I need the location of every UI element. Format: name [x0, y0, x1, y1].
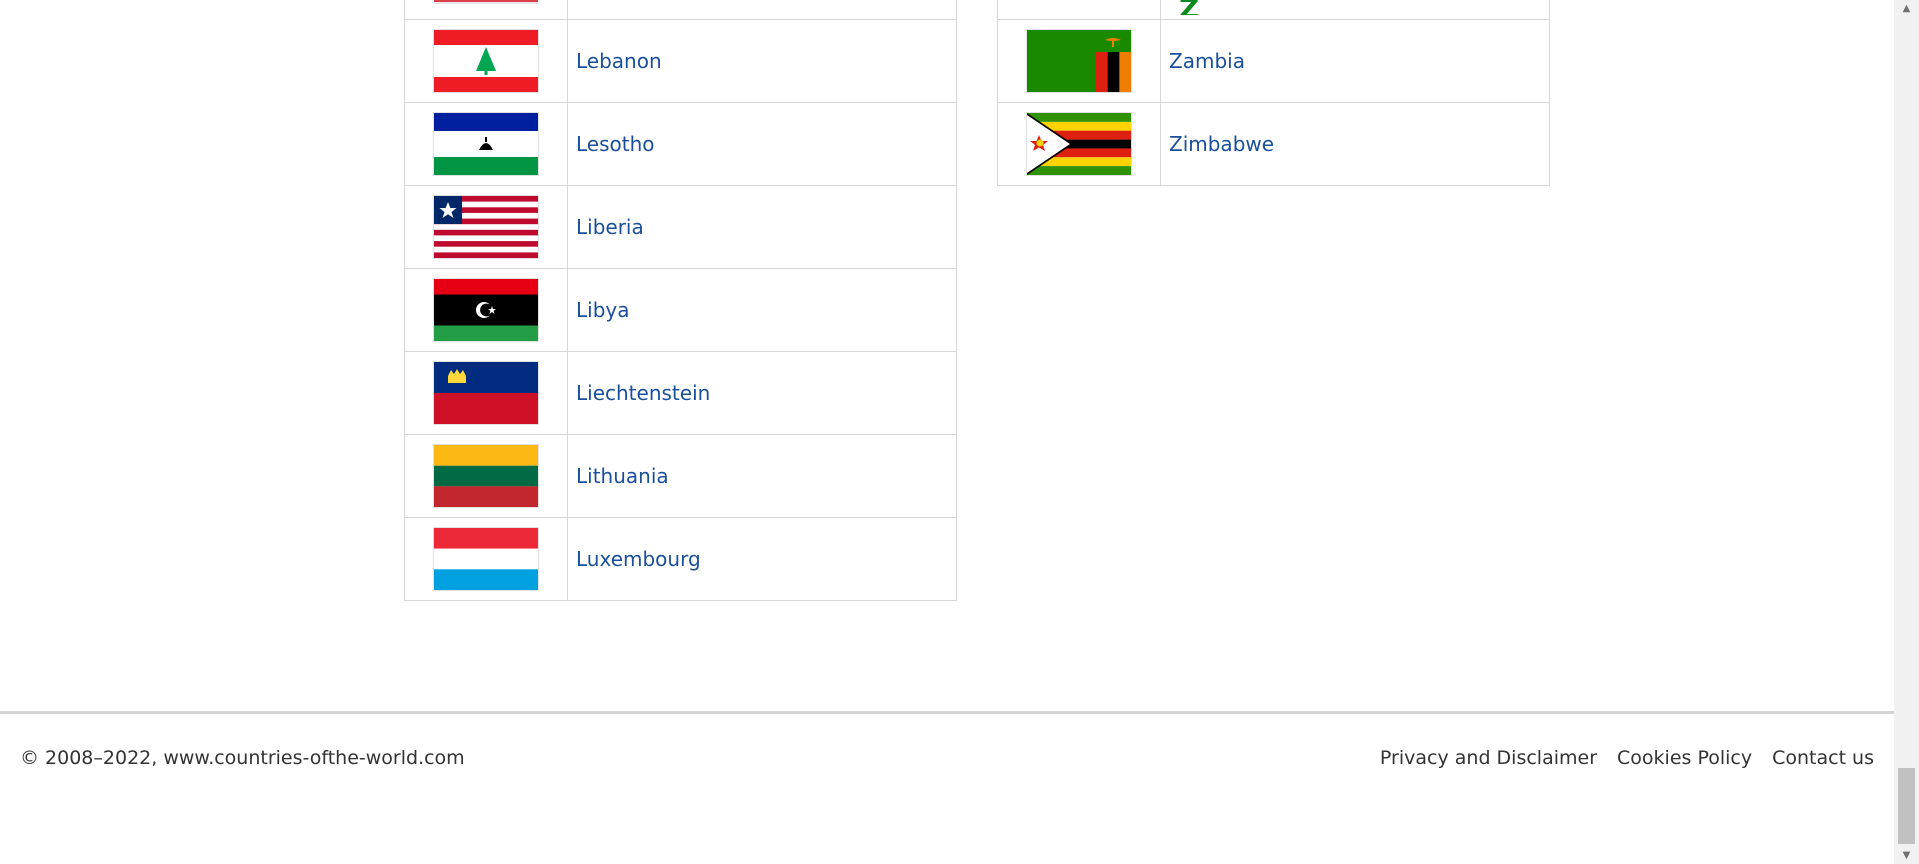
table-row: Zimbabwe — [997, 102, 1550, 186]
table-row: Lesotho — [404, 102, 957, 186]
flag-cell[interactable] — [404, 268, 568, 352]
country-link-lebanon[interactable]: Lebanon — [576, 49, 662, 73]
page: Lebanon Lesotho Liberia Libya Liechtenst… — [0, 0, 1894, 864]
name-cell: Lithuania — [567, 434, 957, 518]
scrollbar-thumb[interactable] — [1898, 768, 1915, 844]
vertical-scrollbar[interactable]: ▲ ▼ — [1894, 0, 1919, 864]
flag-cell[interactable] — [997, 102, 1161, 186]
section-letter: Z — [1179, 0, 1199, 15]
luxembourg-flag[interactable] — [433, 527, 539, 591]
lesotho-flag[interactable] — [433, 112, 539, 176]
table-row: Liechtenstein — [404, 351, 957, 435]
footer-links: Privacy and Disclaimer Cookies Policy Co… — [1380, 747, 1874, 769]
flag-cell[interactable] — [404, 434, 568, 518]
country-link-lesotho[interactable]: Lesotho — [576, 132, 655, 156]
footer-divider — [0, 711, 1894, 714]
country-link-lithuania[interactable]: Lithuania — [576, 464, 669, 488]
table-row — [404, 0, 957, 20]
cookies-policy-link[interactable]: Cookies Policy — [1617, 747, 1752, 769]
liechtenstein-flag[interactable] — [433, 361, 539, 425]
table-row: Lebanon — [404, 19, 957, 103]
table-row: Luxembourg — [404, 517, 957, 601]
name-cell: Lesotho — [567, 102, 957, 186]
name-cell: Zambia — [1160, 19, 1550, 103]
name-cell: Zimbabwe — [1160, 102, 1550, 186]
country-link-libya[interactable]: Libya — [576, 298, 630, 322]
table-row: Lithuania — [404, 434, 957, 518]
name-cell: Liberia — [567, 185, 957, 269]
name-cell: Z — [1160, 0, 1550, 20]
scroll-up-arrow-icon[interactable]: ▲ — [1894, 0, 1919, 17]
countries-table-l: Lebanon Lesotho Liberia Libya Liechtenst… — [404, 0, 957, 601]
scroll-down-arrow-icon[interactable]: ▼ — [1894, 847, 1919, 864]
zambia-flag[interactable] — [1026, 29, 1132, 93]
section-header-row: Z — [997, 0, 1550, 20]
lebanon-flag[interactable] — [433, 29, 539, 93]
flag-cell[interactable] — [404, 351, 568, 435]
flag-cell[interactable] — [404, 185, 568, 269]
country-link-zimbabwe[interactable]: Zimbabwe — [1169, 132, 1274, 156]
country-link-liberia[interactable]: Liberia — [576, 215, 644, 239]
name-cell: Liechtenstein — [567, 351, 957, 435]
flag-cell — [997, 0, 1161, 20]
privacy-disclaimer-link[interactable]: Privacy and Disclaimer — [1380, 747, 1597, 769]
libya-flag[interactable] — [433, 278, 539, 342]
flag-cell[interactable] — [404, 102, 568, 186]
table-row: Libya — [404, 268, 957, 352]
contact-us-link[interactable]: Contact us — [1772, 747, 1874, 769]
zimbabwe-flag[interactable] — [1026, 112, 1132, 176]
country-link-zambia[interactable]: Zambia — [1169, 49, 1245, 73]
table-row: Zambia — [997, 19, 1550, 103]
flag-cell[interactable] — [404, 517, 568, 601]
flag-cell — [404, 0, 568, 20]
name-cell — [567, 0, 957, 20]
liberia-flag[interactable] — [433, 195, 539, 259]
flag-partial — [434, 0, 538, 4]
name-cell: Luxembourg — [567, 517, 957, 601]
flag-cell[interactable] — [997, 19, 1161, 103]
countries-table-z: Z Zambia — [997, 0, 1550, 186]
country-link-luxembourg[interactable]: Luxembourg — [576, 547, 701, 571]
table-row: Liberia — [404, 185, 957, 269]
footer-copyright: © 2008–2022, www.countries-ofthe-world.c… — [20, 747, 465, 769]
name-cell: Libya — [567, 268, 957, 352]
flag-cell[interactable] — [404, 19, 568, 103]
lithuania-flag[interactable] — [433, 444, 539, 508]
name-cell: Lebanon — [567, 19, 957, 103]
country-link-liechtenstein[interactable]: Liechtenstein — [576, 381, 710, 405]
